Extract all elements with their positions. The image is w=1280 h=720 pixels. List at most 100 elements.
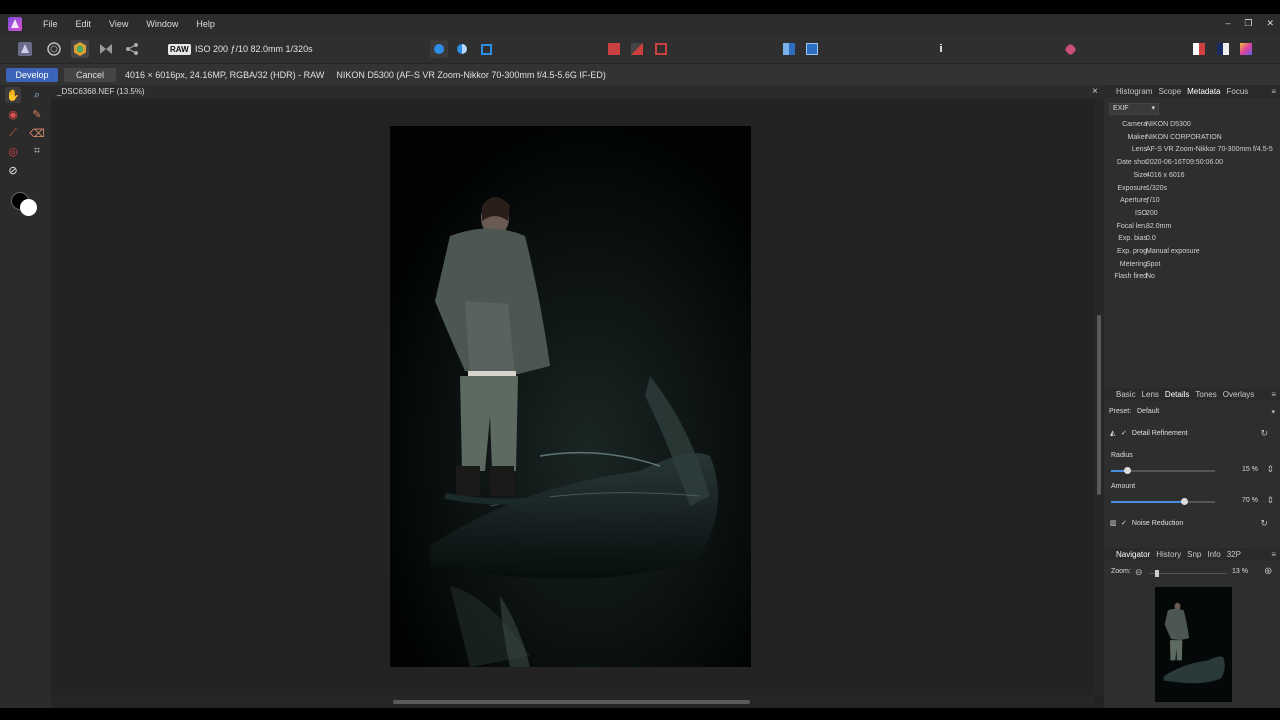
develop-persona-icon[interactable] <box>71 40 89 58</box>
horizontal-scrollbar[interactable] <box>51 695 1094 708</box>
close-icon[interactable]: ✕ <box>1266 14 1274 32</box>
clipping-tones-icon[interactable] <box>652 40 670 58</box>
camera-info: NIKON D5300 (AF-S VR Zoom-Nikkor 70-300m… <box>336 69 606 80</box>
info-icon[interactable]: i <box>932 40 950 58</box>
detail-refinement-header[interactable]: ◭ ✓ Detail Refinement <box>1110 429 1188 437</box>
radius-stepper-icon[interactable]: ⇕ <box>1266 464 1274 475</box>
tab-lens[interactable]: Lens <box>1142 390 1159 399</box>
view-single-icon[interactable] <box>430 40 448 58</box>
tone-mapping-persona-icon[interactable] <box>97 40 115 58</box>
tab-histogram[interactable]: Histogram <box>1116 87 1152 96</box>
tab-overlays[interactable]: Overlays <box>1223 390 1255 399</box>
show-guides-icon[interactable] <box>803 40 821 58</box>
panel-menu-icon[interactable]: ≡ <box>1271 87 1276 96</box>
close-document-icon[interactable]: × <box>1092 85 1098 99</box>
menu-view[interactable]: View <box>100 14 137 34</box>
chevron-down-icon: ▾ <box>1151 105 1155 112</box>
info-panel-tabs: Histogram Scope Metadata Focus ≡ <box>1104 85 1280 98</box>
clipping-highlights-icon[interactable] <box>605 40 623 58</box>
tab-scope[interactable]: Scope <box>1158 87 1181 96</box>
amount-stepper-icon[interactable]: ⇕ <box>1266 495 1274 506</box>
photo-persona-icon[interactable] <box>16 40 34 58</box>
tab-32p[interactable]: 32P <box>1227 550 1241 559</box>
overlay-gradient-tool-icon[interactable]: ◎ <box>5 143 21 159</box>
develop-button[interactable]: Develop <box>6 67 58 82</box>
view-split-icon[interactable] <box>453 40 471 58</box>
reset-icon[interactable]: ↻ <box>1260 428 1268 439</box>
radius-slider-knob[interactable] <box>1123 467 1131 474</box>
develop-panel-tabs: Basic Lens Details Tones Overlays ≡ <box>1104 388 1280 401</box>
restore-icon[interactable]: ❐ <box>1244 14 1252 32</box>
view-tool-hand-icon[interactable]: ✋ <box>5 87 21 103</box>
radius-label: Radius <box>1111 452 1133 459</box>
zoom-tool-icon[interactable]: ⌕ <box>29 87 45 103</box>
tab-focus[interactable]: Focus <box>1227 87 1249 96</box>
affinity-photo-logo-icon[interactable] <box>8 17 22 31</box>
tools-panel: ✋ ⌕ ◉ ✎ ⟋ ⌫ ◎ ⌗ ⊘ <box>0 85 51 708</box>
tab-snapshots[interactable]: Snp <box>1187 550 1201 559</box>
radius-value[interactable]: 15 % <box>1242 466 1258 473</box>
liquify-persona-icon[interactable] <box>45 40 63 58</box>
zoom-slider[interactable] <box>1149 570 1227 577</box>
zoom-out-icon[interactable]: ⊖ <box>1135 567 1143 578</box>
menu-file[interactable]: File <box>34 14 67 34</box>
menu-help[interactable]: Help <box>187 14 224 34</box>
tab-basic[interactable]: Basic <box>1116 390 1136 399</box>
mode-right-icon[interactable] <box>1237 40 1255 58</box>
metadata-key: Aperture <box>1120 197 1147 205</box>
assistant-icon[interactable] <box>1061 40 1079 58</box>
metadata-key: Focal len. <box>1116 222 1147 230</box>
amount-slider[interactable] <box>1111 498 1215 505</box>
metadata-row: Exp. prog Manual exposure <box>1104 246 1280 258</box>
checkbox-icon[interactable]: ✓ <box>1121 429 1128 437</box>
panel-menu-icon[interactable]: ≡ <box>1271 550 1276 559</box>
export-persona-icon[interactable] <box>123 40 141 58</box>
color-well[interactable] <box>11 190 39 218</box>
view-mirror-icon[interactable] <box>477 40 495 58</box>
zoom-in-icon[interactable]: ⊕ <box>1264 566 1272 577</box>
horizontal-scroll-thumb[interactable] <box>393 700 750 704</box>
tab-metadata[interactable]: Metadata <box>1187 87 1220 96</box>
mode-left-icon[interactable] <box>1190 40 1208 58</box>
zoom-value[interactable]: 13 % <box>1232 568 1248 575</box>
panel-menu-icon[interactable]: ≡ <box>1271 390 1276 399</box>
reset-icon[interactable]: ↻ <box>1260 518 1268 529</box>
cancel-button[interactable]: Cancel <box>64 67 116 82</box>
checkbox-icon[interactable]: ✓ <box>1121 519 1128 527</box>
vertical-scroll-thumb[interactable] <box>1097 315 1101 495</box>
photo-canvas[interactable] <box>390 126 751 667</box>
overlay-paint-tool-icon[interactable]: ⟋ <box>5 125 21 141</box>
triangle-icon: ◭ <box>1110 430 1116 437</box>
white-balance-picker-icon[interactable]: ⊘ <box>5 162 21 178</box>
window-controls: ‒ ❐ ✕ <box>1225 14 1274 32</box>
vertical-scrollbar[interactable] <box>1094 99 1104 695</box>
document-tab[interactable]: _DSC6368.NEF (13.5%) × <box>51 85 1104 99</box>
amount-label: Amount <box>1111 483 1136 490</box>
secondary-color-swatch[interactable] <box>20 199 37 216</box>
mode-middle-icon[interactable] <box>1214 40 1232 58</box>
overlay-erase-tool-icon[interactable]: ⌫ <box>29 125 45 141</box>
minimize-icon[interactable]: ‒ <box>1225 14 1230 32</box>
crop-tool-icon[interactable]: ⌗ <box>29 143 45 159</box>
red-eye-tool-icon[interactable]: ◉ <box>5 106 21 122</box>
tab-details[interactable]: Details <box>1165 390 1189 399</box>
tab-navigator[interactable]: Navigator <box>1116 550 1150 559</box>
amount-slider-knob[interactable] <box>1180 498 1188 505</box>
metadata-key: Lens <box>1131 146 1147 154</box>
blemish-tool-icon[interactable]: ✎ <box>29 106 45 122</box>
menu-edit[interactable]: Edit <box>67 14 101 34</box>
tab-info[interactable]: Info <box>1207 550 1220 559</box>
zoom-slider-knob[interactable] <box>1155 570 1159 577</box>
exif-summary: ISO 200 ƒ/10 82.0mm 1/320s <box>195 44 313 54</box>
show-overlays-icon[interactable] <box>780 40 798 58</box>
tab-history[interactable]: History <box>1156 550 1181 559</box>
menu-window[interactable]: Window <box>137 14 187 34</box>
tab-tones[interactable]: Tones <box>1195 390 1216 399</box>
preset-select[interactable]: Default <box>1137 408 1159 415</box>
clipping-shadows-icon[interactable] <box>628 40 646 58</box>
noise-reduction-header[interactable]: ▥ ✓ Noise Reduction <box>1110 519 1183 527</box>
amount-value[interactable]: 70 % <box>1242 497 1258 504</box>
metadata-source-select[interactable]: EXIF ▾ <box>1109 103 1159 115</box>
navigator-thumbnail[interactable] <box>1155 587 1232 702</box>
radius-slider[interactable] <box>1111 467 1215 474</box>
